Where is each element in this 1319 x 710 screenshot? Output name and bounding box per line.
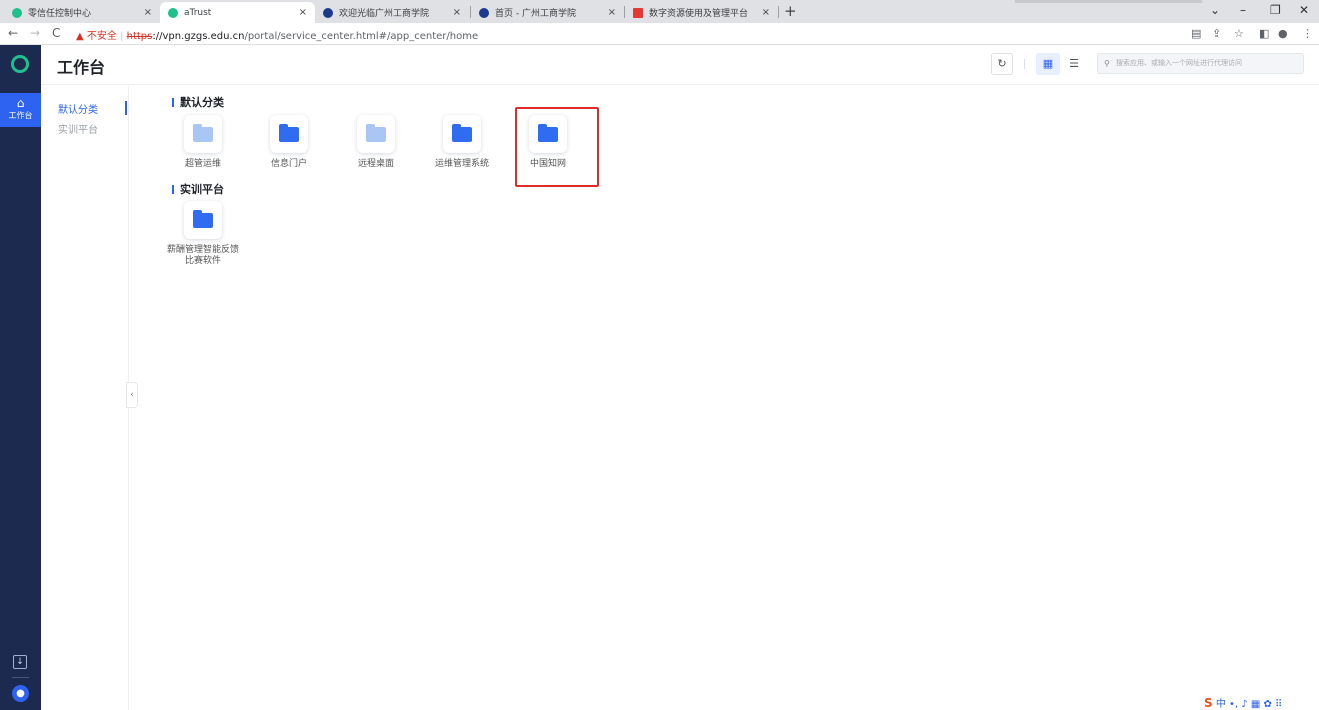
ime-status: 中 •, ♪ ▦ ✿ ⠿	[1215, 699, 1283, 710]
url-path: /portal/service_center.html#/app_center/…	[244, 31, 479, 42]
profile-icon[interactable]: ●	[1278, 27, 1288, 40]
search-placeholder: 搜索应用、或输入一个网址进行代理访问	[1116, 59, 1242, 67]
url-field[interactable]: ▲ 不安全 | https://vpn.gzgs.edu.cn/portal/s…	[76, 27, 478, 42]
rail-item-label: 工作台	[8, 111, 33, 120]
app-tile-icon-box	[184, 201, 222, 239]
folder-icon	[452, 124, 472, 142]
url-scheme: https	[126, 31, 153, 42]
left-nav-rail: ⌂ 工作台 ↓ ●	[0, 45, 41, 710]
back-icon[interactable]: ←	[8, 26, 18, 40]
tab-hover-popup	[1015, 0, 1202, 3]
chevron-left-icon: ‹	[130, 390, 134, 400]
category-item-default[interactable]: 默认分类	[58, 101, 98, 116]
app-tile-icon-box	[184, 115, 222, 153]
app-tile-icon-box	[270, 115, 308, 153]
category-sidebar: 默认分类 实训平台	[41, 86, 129, 710]
close-icon[interactable]: ×	[453, 7, 461, 18]
folder-icon	[279, 124, 299, 142]
address-bar-row: ← → C ▲ 不安全 | https://vpn.gzgs.edu.cn/po…	[0, 23, 1319, 45]
close-icon[interactable]: ×	[762, 7, 770, 18]
refresh-button[interactable]: ↻	[991, 53, 1013, 75]
section-title-default: 默认分类	[172, 94, 224, 110]
active-category-indicator	[125, 101, 127, 115]
folder-icon	[193, 124, 213, 142]
browser-tab-bar: 零信任控制中心 × aTrust × 欢迎光临广州工商学院 × 首页 - 广州工…	[0, 0, 1319, 23]
browser-tab-welcome[interactable]: 欢迎光临广州工商学院 ×	[315, 2, 469, 23]
close-icon[interactable]: ×	[299, 7, 307, 18]
browser-tab-homepage[interactable]: 首页 - 广州工商学院 ×	[471, 2, 624, 23]
sogou-ime-icon: S	[1204, 696, 1213, 710]
app-name: 信息门户	[270, 159, 307, 169]
grid-icon: ▦	[1042, 57, 1054, 70]
translate-icon[interactable]: ▤	[1191, 27, 1201, 40]
rail-item-workbench[interactable]: ⌂ 工作台	[0, 93, 41, 127]
app-tile-remote-desktop[interactable]: 远程桌面	[336, 115, 416, 170]
list-icon: ☰	[1069, 57, 1079, 70]
app-tile-salary-feedback[interactable]: 薪酬管理智能反馈比赛软件	[163, 201, 243, 267]
refresh-icon: ↻	[997, 57, 1007, 70]
share-icon[interactable]: ⇪	[1212, 27, 1221, 40]
list-view-button[interactable]: ☰	[1062, 53, 1086, 75]
url-host: ://vpn.gzgs.edu.cn	[152, 31, 245, 42]
school-logo-icon	[323, 7, 333, 18]
home-icon: ⌂	[16, 96, 25, 110]
forward-icon[interactable]: →	[30, 26, 40, 40]
app-tile-icon-box	[443, 115, 481, 153]
app-name: 超管运维	[184, 159, 221, 169]
header-divider	[1024, 59, 1025, 69]
highlight-box	[515, 107, 599, 187]
shield-icon	[168, 7, 178, 18]
reload-icon[interactable]: C	[52, 26, 60, 40]
app-name: 远程桌面	[357, 159, 394, 169]
app-name: 运维管理系统	[434, 159, 489, 169]
browser-tab-atrust[interactable]: aTrust ×	[160, 2, 315, 23]
section-marker	[172, 185, 174, 194]
atrust-logo-icon	[11, 55, 29, 73]
school-logo-icon	[479, 7, 489, 18]
menu-kebab-icon[interactable]: ⋮	[1302, 27, 1313, 40]
rail-divider	[12, 677, 29, 678]
minimize-icon[interactable]: –	[1240, 3, 1246, 17]
page-title: 工作台	[57, 58, 106, 77]
tab-search-icon[interactable]: ⌄	[1210, 3, 1220, 17]
user-avatar-icon[interactable]: ●	[12, 685, 29, 702]
t-logo-icon	[633, 7, 643, 18]
app-tile-super-ops[interactable]: 超管运维	[163, 115, 243, 170]
close-icon[interactable]: ×	[144, 7, 152, 18]
folder-icon	[193, 210, 213, 228]
ime-toolbar[interactable]: S 中 •, ♪ ▦ ✿ ⠿	[1204, 695, 1282, 710]
section-marker	[172, 98, 174, 107]
app-tile-ops-management[interactable]: 运维管理系统	[422, 115, 502, 170]
collapse-sidebar-button[interactable]: ‹	[126, 382, 138, 408]
app-tile-info-portal[interactable]: 信息门户	[249, 115, 329, 170]
insecure-warning[interactable]: ▲ 不安全	[76, 31, 117, 42]
restore-icon[interactable]: ❐	[1270, 3, 1281, 17]
search-input[interactable]: ⚲ 搜索应用、或输入一个网址进行代理访问	[1097, 53, 1304, 74]
side-panel-icon[interactable]: ◧	[1259, 27, 1269, 40]
app-tile-icon-box	[357, 115, 395, 153]
download-icon[interactable]: ↓	[13, 655, 27, 669]
browser-tab-zero-trust[interactable]: 零信任控制中心 ×	[4, 2, 160, 23]
folder-icon	[366, 124, 386, 142]
bookmark-star-icon[interactable]: ☆	[1234, 27, 1244, 40]
page-header: 工作台 ↻ ▦ ☰ ⚲ 搜索应用、或输入一个网址进行代理访问	[41, 45, 1319, 85]
close-icon[interactable]: ×	[608, 7, 616, 18]
tab-separator	[778, 6, 779, 18]
new-tab-button[interactable]: +	[784, 2, 797, 20]
window-close-icon[interactable]: ✕	[1299, 3, 1309, 17]
search-icon: ⚲	[1104, 59, 1110, 68]
category-item-training[interactable]: 实训平台	[58, 121, 98, 136]
browser-tab-digital-resources[interactable]: 数字资源使用及管理平台 ×	[625, 2, 778, 23]
app-name: 薪酬管理智能反馈比赛软件	[167, 245, 240, 266]
section-title-training: 实训平台	[172, 181, 224, 197]
grid-view-button[interactable]: ▦	[1036, 53, 1060, 75]
shield-icon	[12, 7, 22, 18]
